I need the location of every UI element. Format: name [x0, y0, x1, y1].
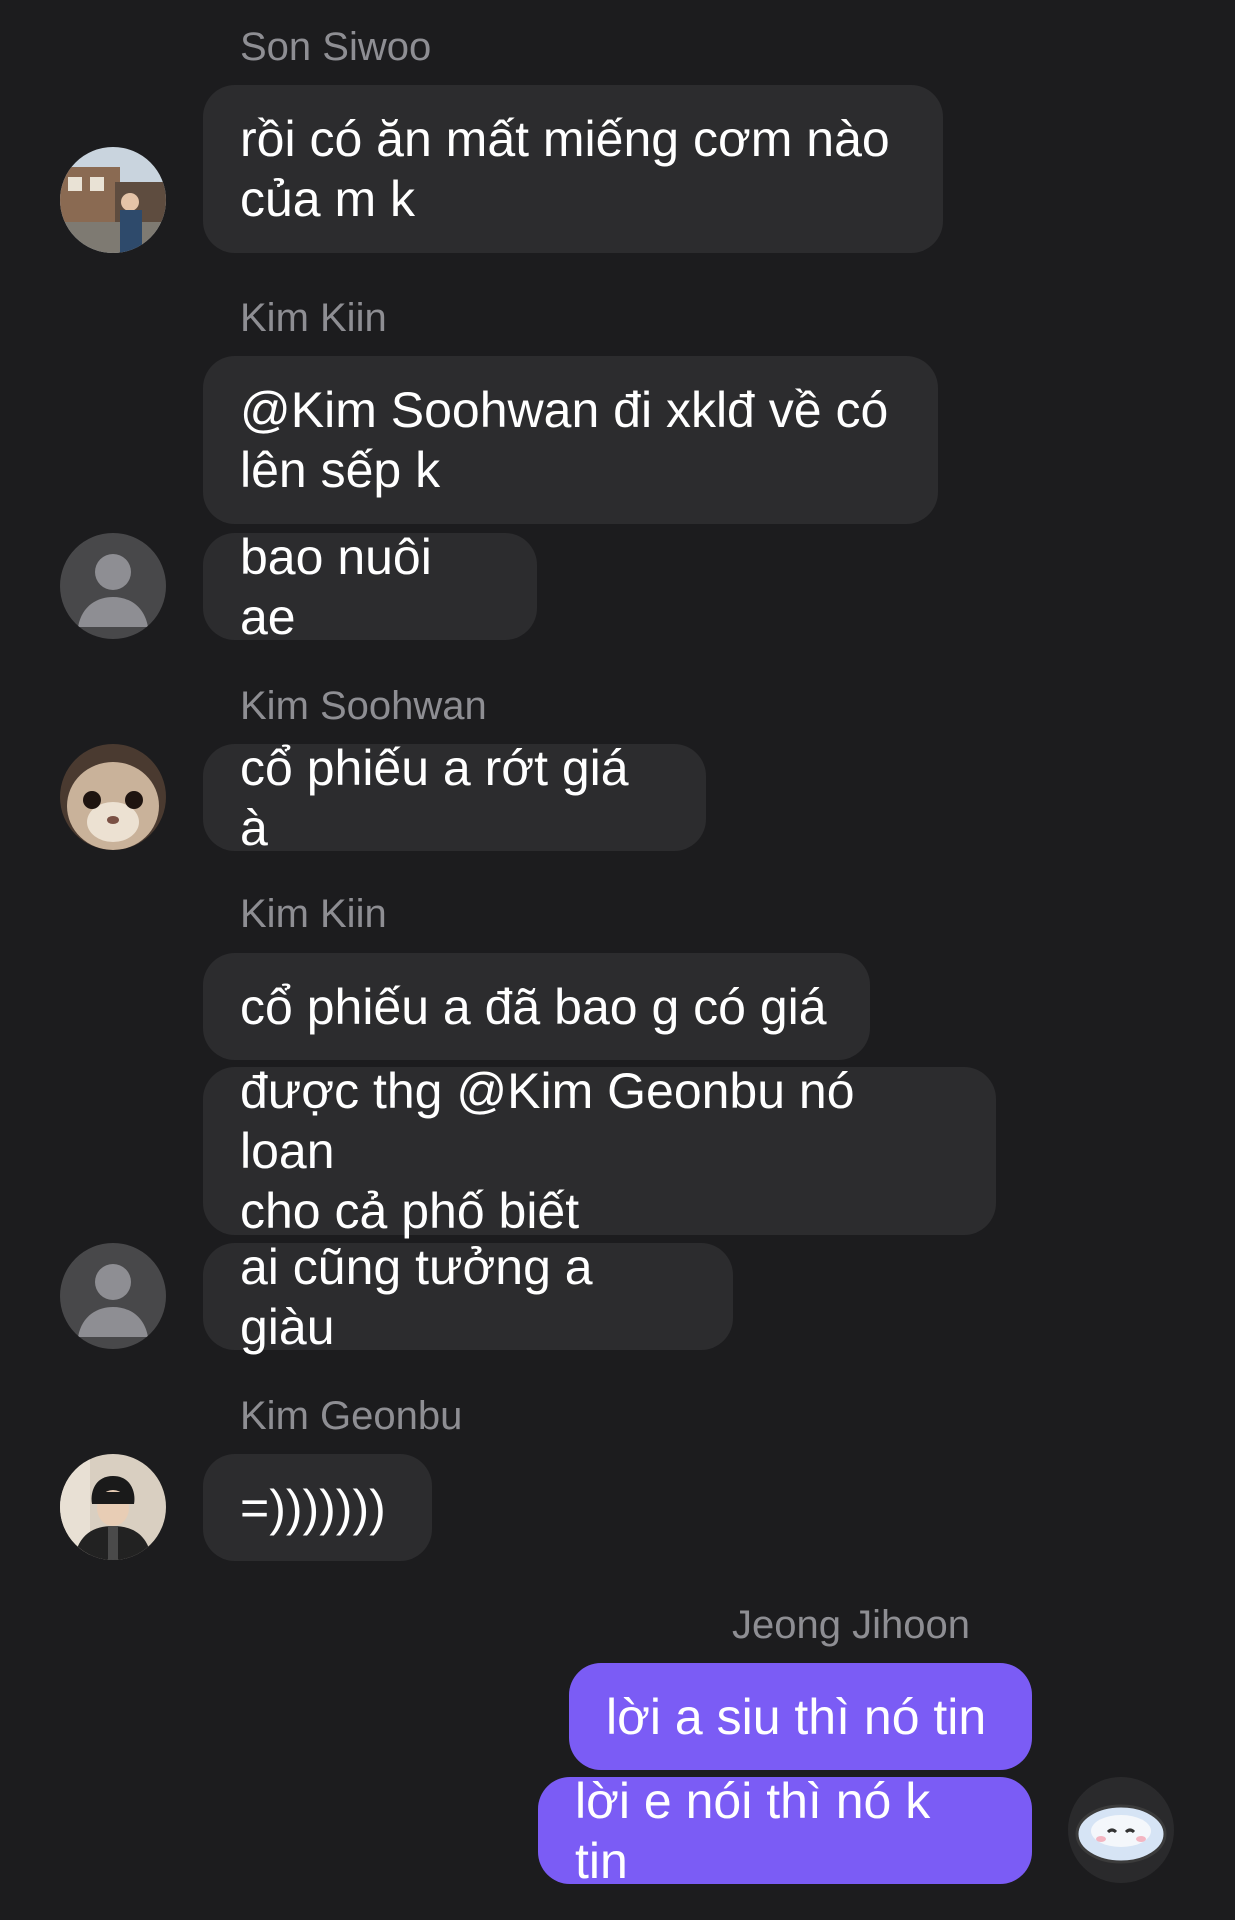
message-text: bao nuôi ae: [240, 528, 432, 645]
sender-name: Kim Kiin: [240, 296, 387, 340]
message-text: cổ phiếu a rớt giá à: [240, 739, 629, 856]
message-text: rồi có ăn mất miếng cơm nào của m k: [240, 111, 890, 227]
son-siwoo-avatar[interactable]: [60, 147, 166, 253]
message-bubble[interactable]: cổ phiếu a đã bao g có giá: [203, 953, 870, 1060]
photo-avatar-image: [60, 1454, 166, 1560]
cartoon-avatar-image: [1068, 1777, 1174, 1883]
sender-name: Kim Soohwan: [240, 684, 487, 728]
kim-kiin-avatar[interactable]: [60, 533, 166, 639]
message-text: ai cũng tưởng a giàu: [240, 1238, 593, 1355]
sender-name: Jeong Jihoon: [732, 1603, 970, 1647]
message-bubble-outgoing[interactable]: lời e nói thì nó k tin: [538, 1773, 1032, 1889]
jeong-jihoon-avatar[interactable]: [1068, 1777, 1174, 1883]
default-user-icon: [78, 1264, 148, 1337]
message-bubble-outgoing[interactable]: lời a siu thì nó tin: [569, 1663, 1032, 1770]
message-text: =))))))): [240, 1479, 386, 1536]
sender-name: Kim Kiin: [240, 892, 387, 936]
message-text: cổ phiếu a đã bao g có giá: [240, 978, 827, 1035]
message-bubble[interactable]: =))))))): [203, 1454, 432, 1561]
message-bubble[interactable]: rồi có ăn mất miếng cơm nào của m k: [203, 85, 943, 253]
message-bubble[interactable]: bao nuôi ae: [203, 529, 537, 645]
photo-avatar-image: [60, 147, 166, 253]
default-user-icon: [78, 554, 148, 627]
message-bubble[interactable]: cổ phiếu a rớt giá à: [203, 740, 706, 856]
message-bubble[interactable]: @Kim Soohwan đi xklđ về có lên sếp k: [203, 356, 938, 524]
cat-photo-avatar-image: [60, 744, 166, 850]
message-text: lời e nói thì nó k tin: [575, 1772, 931, 1889]
message-bubble[interactable]: ai cũng tưởng a giàu: [203, 1239, 733, 1355]
message-text: lời a siu thì nó tin: [606, 1688, 987, 1745]
message-text: @Kim Soohwan đi xklđ về có lên sếp k: [240, 382, 889, 498]
sender-name: Kim Geonbu: [240, 1394, 463, 1438]
message-text: được thg @Kim Geonbu nó loan cho cả phố …: [240, 1063, 855, 1239]
message-bubble[interactable]: được thg @Kim Geonbu nó loan cho cả phố …: [203, 1063, 996, 1239]
kim-geonbu-avatar[interactable]: [60, 1454, 166, 1560]
kim-kiin-avatar[interactable]: [60, 1243, 166, 1349]
sender-name: Son Siwoo: [240, 25, 432, 69]
kim-soohwan-avatar[interactable]: [60, 744, 166, 850]
